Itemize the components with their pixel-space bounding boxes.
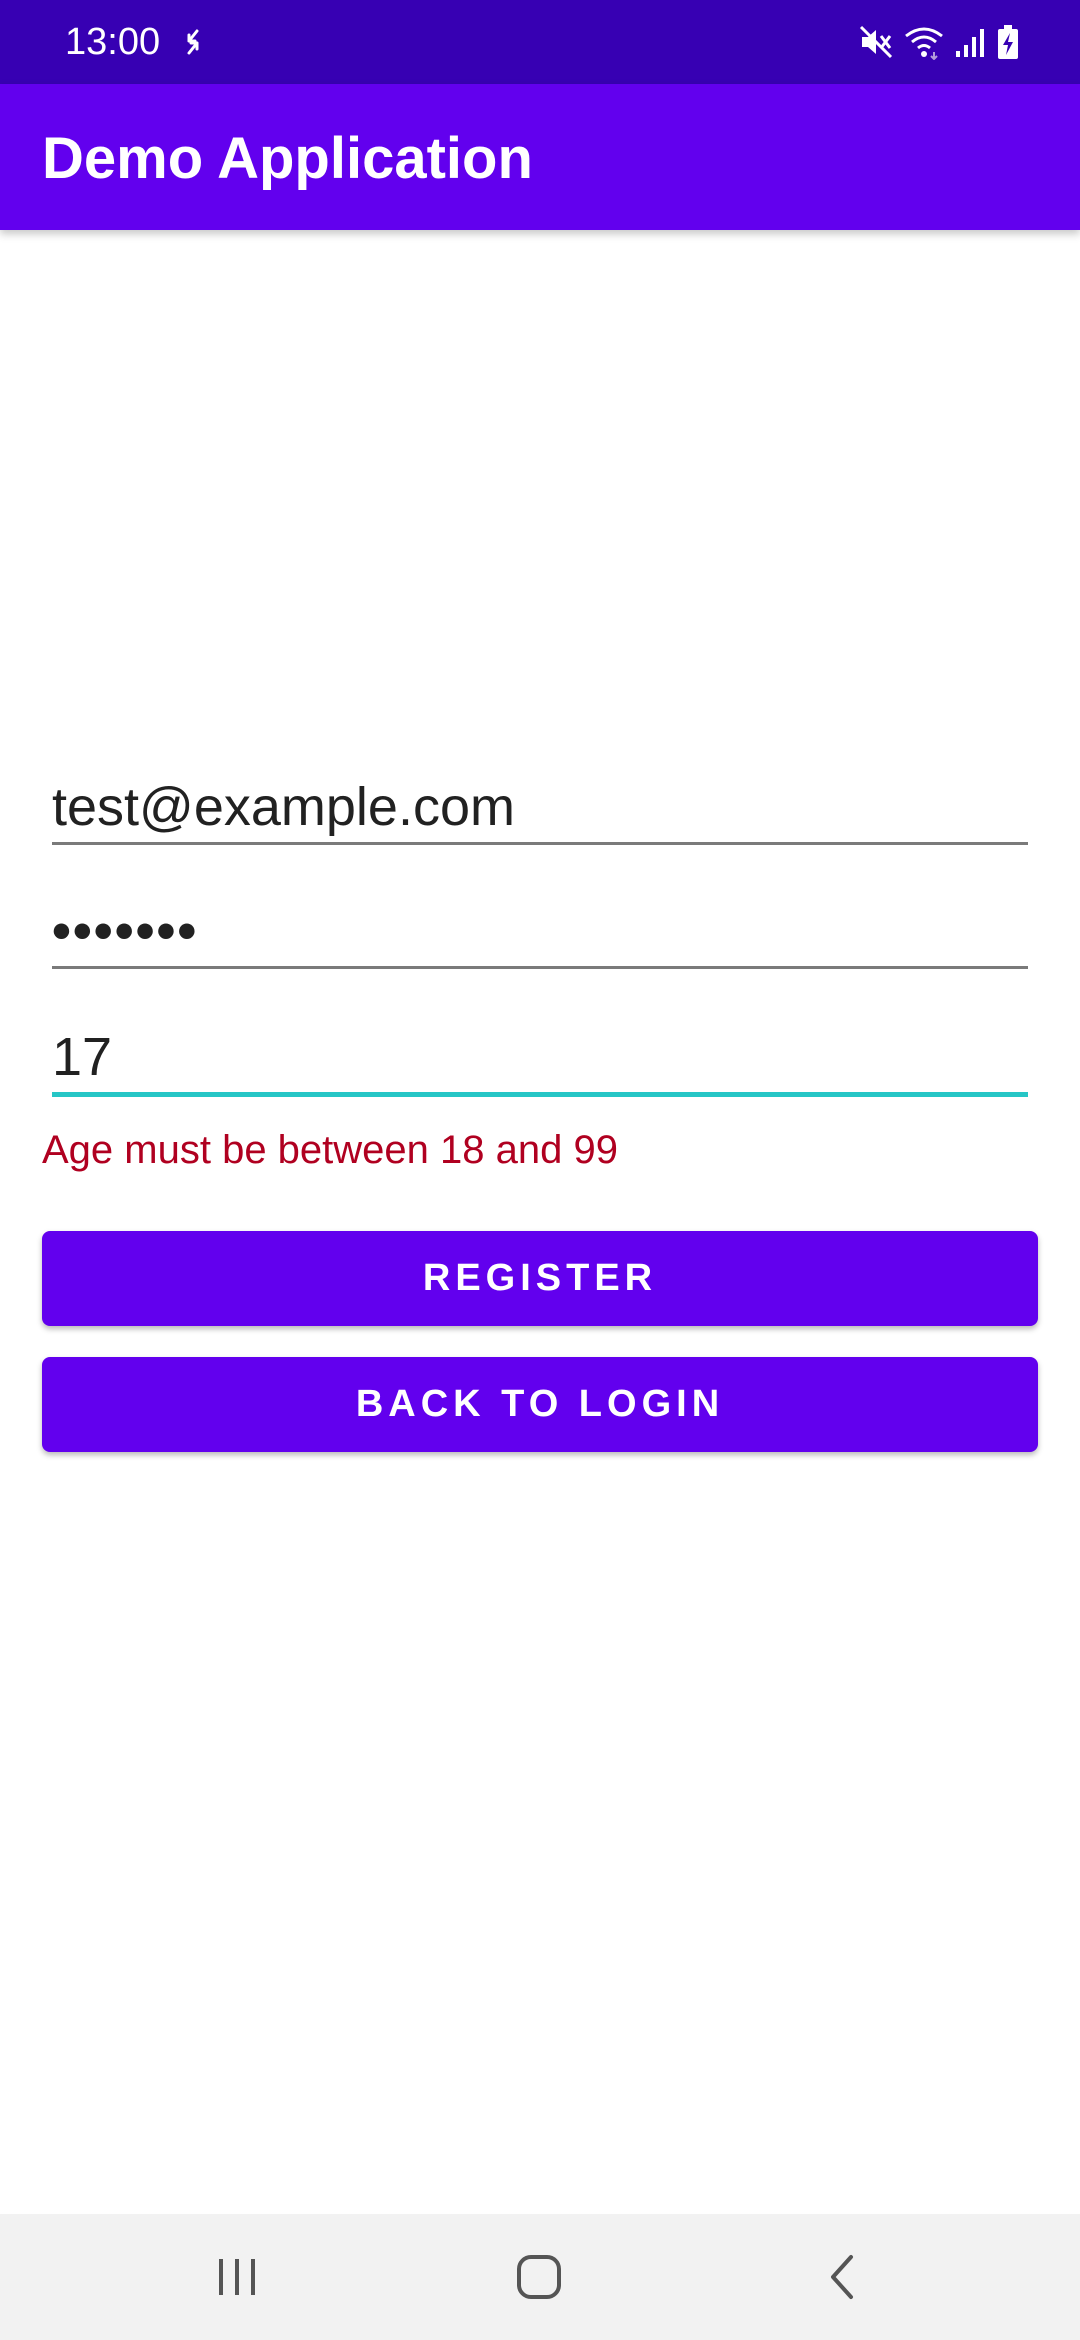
age-input[interactable] bbox=[52, 1022, 1028, 1092]
battery-charging-icon bbox=[996, 24, 1020, 65]
password-input[interactable] bbox=[52, 896, 1028, 966]
app-bar: Demo Application bbox=[0, 84, 1080, 230]
recents-icon[interactable] bbox=[207, 2252, 267, 2302]
password-underline bbox=[52, 966, 1028, 969]
status-icons bbox=[858, 24, 1020, 64]
app-title: Demo Application bbox=[42, 126, 533, 191]
navigation-bar bbox=[0, 2214, 1080, 2340]
back-to-login-button[interactable]: BACK TO LOGIN bbox=[42, 1357, 1038, 1452]
age-field[interactable] bbox=[52, 1022, 1028, 1097]
email-input[interactable] bbox=[52, 772, 1028, 842]
password-field[interactable] bbox=[52, 896, 1028, 969]
signal-icon bbox=[954, 25, 986, 64]
status-time: 13:00 bbox=[65, 21, 161, 63]
age-error-message: Age must be between 18 and 99 bbox=[42, 1128, 618, 1172]
wifi-icon bbox=[904, 24, 944, 65]
age-underline bbox=[52, 1092, 1028, 1097]
email-underline bbox=[52, 842, 1028, 845]
home-icon[interactable] bbox=[509, 2252, 569, 2302]
register-button[interactable]: REGISTER bbox=[42, 1231, 1038, 1326]
email-field[interactable] bbox=[52, 772, 1028, 845]
status-bar: 13:00 bbox=[0, 0, 1080, 84]
sync-icon bbox=[183, 27, 203, 62]
back-icon[interactable] bbox=[812, 2252, 872, 2302]
mute-icon bbox=[858, 24, 894, 65]
